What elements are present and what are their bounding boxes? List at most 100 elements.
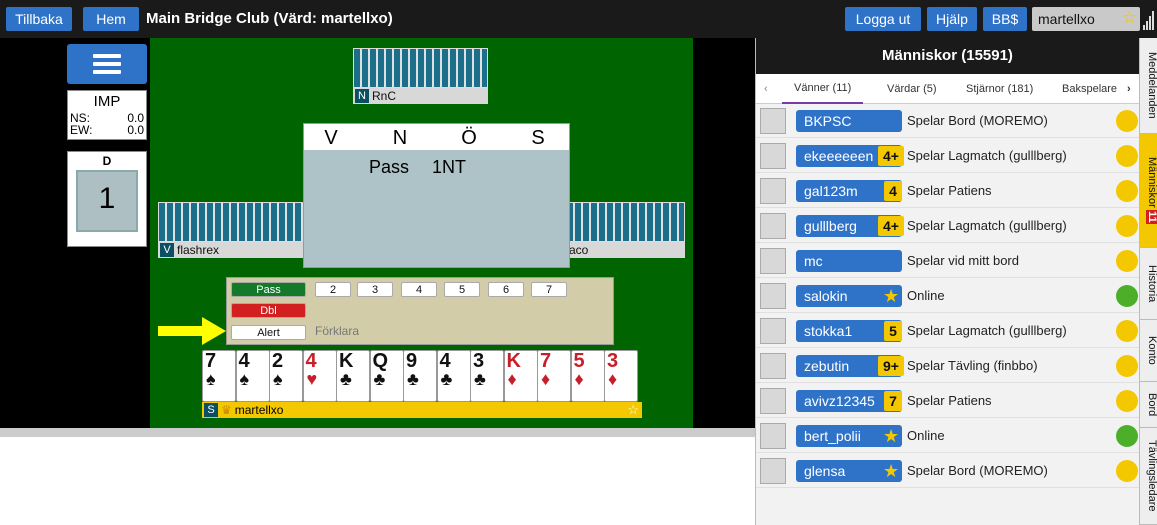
player-status: Spelar Bord (MOREMO) [907,113,1048,128]
card-rank: 3 [607,350,619,372]
user-box[interactable]: martellxo ☆ [1032,7,1140,31]
card-suit: ♣ [474,369,486,389]
divider [0,428,755,437]
board-number: 1 [98,182,116,215]
ew-score: 0.0 [127,123,144,137]
people-row[interactable]: BKPSC Spelar Bord (MOREMO) [756,104,1140,138]
help-button[interactable]: Hjälp [927,7,977,31]
people-row[interactable]: stokka1 5 Spelar Lagmatch (gulllberg) [756,314,1140,348]
card-rank: K [506,350,521,372]
people-row[interactable]: glensa ★ Spelar Bord (MOREMO) [756,454,1140,488]
skill-badge: 4 [884,181,902,201]
tab-table[interactable]: Bord [1140,382,1157,428]
people-row[interactable]: zebutin 9+ Spelar Tävling (finbbo) [756,349,1140,383]
star-icon: ☆ [1121,8,1137,27]
logout-button[interactable]: Logga ut [845,7,921,31]
level-7-button[interactable]: 7 [531,282,567,297]
bid-east: 1NT [432,157,467,177]
back-button[interactable]: Tillbaka [6,7,72,31]
side-tabs: Meddelanden Människor11 Historia Konto B… [1139,38,1157,525]
explain-field[interactable]: Förklara [315,324,359,338]
level-4-button[interactable]: 4 [401,282,437,297]
pass-button[interactable]: Pass [231,282,306,297]
west-player[interactable]: flashrex [177,243,219,257]
tab-people[interactable]: Människor11 [1140,134,1157,248]
tabs-prev-icon[interactable]: ‹ [764,74,768,104]
people-row[interactable]: gulllberg 4+ Spelar Lagmatch (gulllberg) [756,209,1140,243]
south-player[interactable]: martellxo [235,403,284,417]
people-count-badge: 11 [1146,210,1157,224]
playing-card[interactable]: K ♦ [503,350,538,402]
tab-hosts[interactable]: Värdar (5) [887,74,937,104]
playing-card[interactable]: 7 ♠ [202,350,236,402]
menu-icon [93,54,121,58]
bid-header-north: N [392,127,408,149]
tab-account[interactable]: Konto [1140,320,1157,382]
alert-button[interactable]: Alert [231,325,306,340]
people-row[interactable]: avivz12345 7 Spelar Patiens [756,384,1140,418]
tab-history[interactable]: Historia [1140,248,1157,320]
player-name-button[interactable]: mc [796,250,902,272]
south-seat: S [204,403,218,417]
level-3-button[interactable]: 3 [357,282,393,297]
level-6-button[interactable]: 6 [488,282,524,297]
tab-people-label: Människor [1146,157,1157,209]
status-dot [1116,390,1138,412]
player-status: Spelar Patiens [907,393,992,408]
player-name-button[interactable]: BKPSC [796,110,902,132]
tab-kibitzers[interactable]: Bakspelare [1062,74,1117,104]
playing-card[interactable]: 3 ♦ [604,350,638,402]
playing-card[interactable]: Q ♣ [369,350,404,402]
people-row[interactable]: gal123m 4 Spelar Patiens [756,174,1140,208]
player-status: Spelar Lagmatch (gulllberg) [907,218,1067,233]
north-player[interactable]: RnC [372,89,396,103]
card-rank: Q [372,350,389,372]
status-dot [1116,460,1138,482]
level-5-button[interactable]: 5 [444,282,480,297]
playing-card[interactable]: 4 ♣ [436,350,471,402]
playing-card[interactable]: 5 ♦ [570,350,605,402]
card-rank: K [339,350,354,372]
tabs-next-icon[interactable]: › [1127,74,1131,104]
status-dot [1116,145,1138,167]
hamburger-menu-button[interactable] [67,44,147,84]
tab-messages[interactable]: Meddelanden [1140,38,1157,134]
skill-badge: 7 [884,391,902,411]
tab-tournament-director[interactable]: Tävlingsledare [1140,428,1157,525]
playing-card[interactable]: 9 ♣ [403,350,437,402]
people-row[interactable]: ekeeeeeen 4+ Spelar Lagmatch (gulllberg) [756,139,1140,173]
card-suit: ♥ [306,369,318,389]
ew-label: EW: [70,123,93,137]
card-suit: ♦ [507,369,517,389]
star-icon: ★ [883,286,900,306]
signal-icon [1143,10,1155,30]
playing-card[interactable]: 4 ♥ [302,350,337,402]
west-seat: V [160,243,174,257]
playing-card[interactable]: 2 ♠ [269,350,303,402]
playing-card[interactable]: K ♣ [336,350,370,402]
bbdollar-button[interactable]: BB$ [983,7,1027,31]
status-dot [1116,285,1138,307]
playing-card[interactable]: 3 ♣ [470,350,504,402]
people-row[interactable]: mc Spelar vid mitt bord [756,244,1140,278]
avatar [760,458,786,484]
playing-card[interactable]: 7 ♦ [537,350,571,402]
tab-friends[interactable]: Vänner (11) [782,74,864,104]
username-label: martellxo [1038,11,1095,27]
bid-north: Pass [369,157,410,177]
avatar [760,108,786,134]
avatar [760,423,786,449]
skill-badge: 4+ [878,146,904,166]
home-button[interactable]: Hem [83,7,139,31]
playing-card[interactable]: 4 ♠ [235,350,270,402]
level-2-button[interactable]: 2 [315,282,351,297]
card-suit: ♦ [608,369,618,389]
people-row[interactable]: bert_polii ★ Online [756,419,1140,453]
double-button[interactable]: Dbl [231,303,306,318]
north-seat: N [355,89,369,103]
people-panel: Människor (15591) ‹ Vänner (11) Värdar (… [755,38,1140,525]
east-player[interactable]: aco [569,243,588,257]
avatar [760,283,786,309]
people-row[interactable]: salokin ★ Online [756,279,1140,313]
tab-stars[interactable]: Stjärnor (181) [966,74,1033,104]
